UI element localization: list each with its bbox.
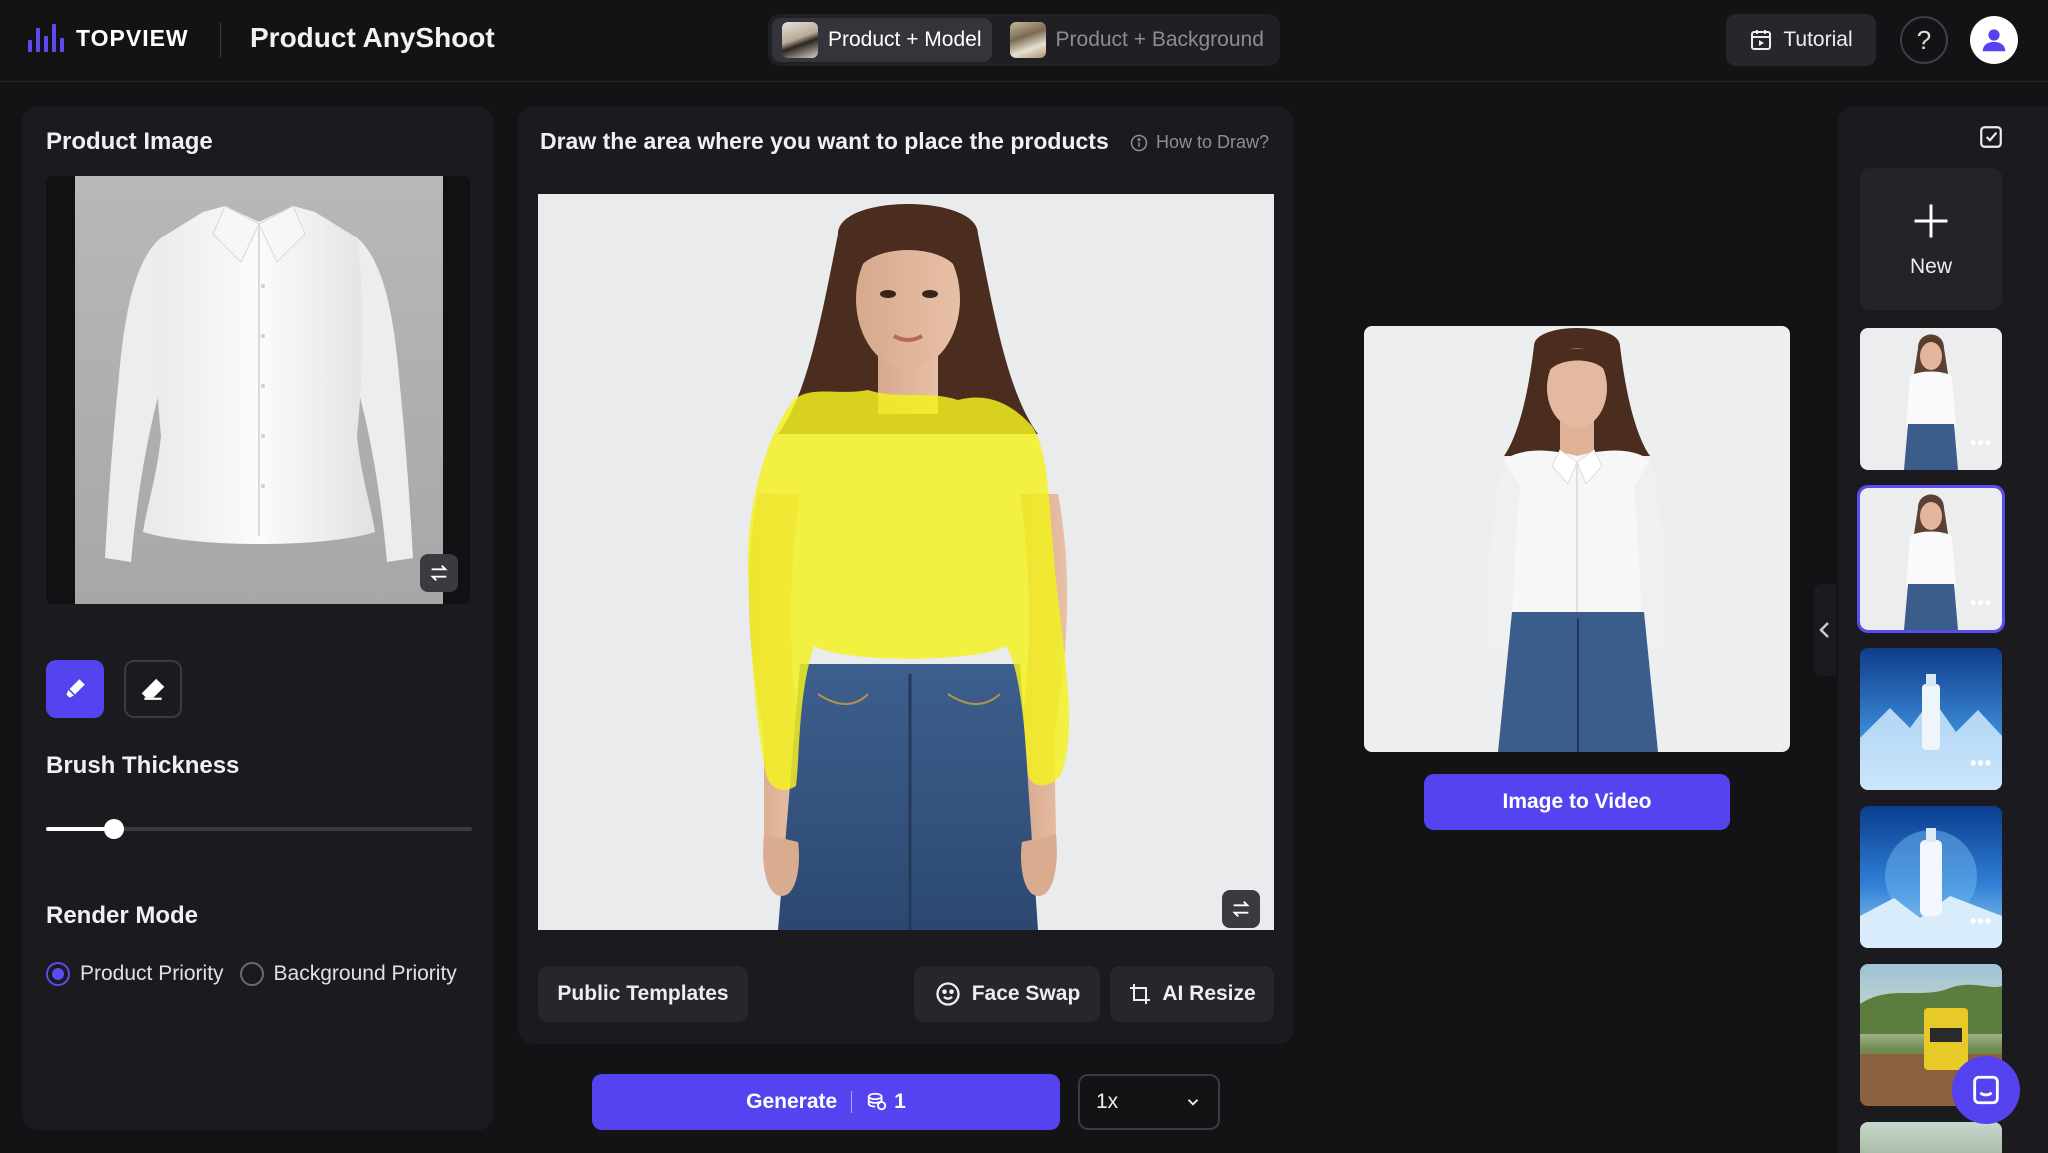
eraser-icon xyxy=(141,678,165,700)
product-image-preview[interactable] xyxy=(46,176,470,604)
swap-icon xyxy=(1232,901,1250,917)
ai-resize-label: AI Resize xyxy=(1162,982,1256,1005)
history-item[interactable]: ••• xyxy=(1860,806,2002,948)
drawing-panel: Draw the area where you want to place th… xyxy=(518,106,1294,1044)
radio-background-priority[interactable]: Background Priority xyxy=(239,962,457,986)
generate-cost: 1 xyxy=(866,1090,906,1114)
new-project-button[interactable]: New xyxy=(1860,168,2002,310)
how-to-draw-link[interactable]: How to Draw? xyxy=(1130,132,1269,153)
calendar-play-icon xyxy=(1751,30,1772,50)
history-item[interactable]: ••• xyxy=(1860,328,2002,470)
product-image-title: Product Image xyxy=(46,128,213,155)
quantity-select[interactable]: 1x xyxy=(1078,1074,1220,1130)
header-divider xyxy=(220,22,221,58)
info-icon xyxy=(1130,134,1148,151)
plus-icon xyxy=(1914,204,1948,238)
face-swap-label: Face Swap xyxy=(971,982,1081,1005)
collapse-history-button[interactable] xyxy=(1814,584,1836,676)
crop-icon xyxy=(1130,984,1151,1004)
product-image-backdrop xyxy=(75,176,443,604)
generate-button[interactable]: Generate 1 xyxy=(592,1074,1060,1130)
more-options-icon[interactable]: ••• xyxy=(1970,911,1992,932)
avatar[interactable] xyxy=(1970,16,2018,64)
render-mode-title: Render Mode xyxy=(46,902,199,929)
coins-icon xyxy=(868,1092,887,1111)
brush-tool-button[interactable] xyxy=(46,660,104,718)
chevron-down-icon xyxy=(1187,1099,1199,1106)
image-to-video-label: Image to Video xyxy=(1502,790,1652,813)
radio-empty-icon xyxy=(239,962,264,986)
draw-instruction: Draw the area where you want to place th… xyxy=(540,128,1109,154)
support-chat-button[interactable] xyxy=(1952,1056,2020,1124)
swap-icon xyxy=(430,565,448,581)
eraser-tool-button[interactable] xyxy=(124,660,182,718)
history-rail: New ••• ••• ••• ••• xyxy=(1838,106,2048,1153)
face-swap-button[interactable]: Face Swap xyxy=(914,966,1100,1022)
brush-thickness-slider[interactable] xyxy=(46,819,472,839)
question-icon: ? xyxy=(1916,24,1932,55)
history-item-selected[interactable]: ••• xyxy=(1857,485,2005,633)
help-button[interactable]: ? xyxy=(1900,16,1948,64)
tab-label: Product + Model xyxy=(828,28,982,51)
multi-select-button[interactable] xyxy=(1978,124,2004,155)
more-options-icon[interactable]: ••• xyxy=(1970,753,1992,774)
image-to-video-button[interactable]: Image to Video xyxy=(1424,774,1730,830)
how-to-draw-label: How to Draw? xyxy=(1156,132,1270,152)
replace-product-button[interactable] xyxy=(420,554,458,592)
slider-handle[interactable] xyxy=(104,819,125,839)
render-mode-options: Product Priority Background Priority xyxy=(46,962,457,986)
face-swap-icon xyxy=(936,982,960,1006)
white-shirt-image xyxy=(105,205,413,562)
logo-bars-icon xyxy=(28,24,64,52)
model-photo-with-mask xyxy=(747,204,1070,930)
tab-label: Product + Background xyxy=(1055,28,1264,51)
radio-label: Product Priority xyxy=(80,962,224,985)
tab-product-background[interactable]: Product + Background xyxy=(1000,18,1274,62)
brush-icon xyxy=(66,679,85,698)
public-templates-label: Public Templates xyxy=(557,982,729,1005)
public-templates-button[interactable]: Public Templates xyxy=(538,966,748,1022)
page-title: Product AnyShoot xyxy=(250,22,495,53)
chevron-left-icon xyxy=(1819,622,1829,638)
brand-name: TOPVIEW xyxy=(76,24,189,51)
new-label: New xyxy=(1909,255,1952,278)
quantity-value: 1x xyxy=(1096,1090,1119,1113)
more-options-icon[interactable]: ••• xyxy=(1970,433,1992,454)
tutorial-button[interactable]: Tutorial xyxy=(1726,14,1876,66)
tab-product-model[interactable]: Product + Model xyxy=(772,18,992,62)
checkbox-icon xyxy=(1980,126,2002,148)
generate-label: Generate xyxy=(746,1090,838,1113)
replace-model-button[interactable] xyxy=(1222,890,1260,928)
more-options-icon[interactable]: ••• xyxy=(1970,593,1992,614)
history-item[interactable] xyxy=(1860,1122,2002,1153)
drawing-canvas[interactable] xyxy=(538,194,1274,930)
tutorial-label: Tutorial xyxy=(1783,28,1853,51)
radio-product-priority[interactable]: Product Priority xyxy=(46,962,224,986)
chat-icon xyxy=(1973,1075,1999,1105)
user-icon xyxy=(1982,29,2006,52)
topview-logo[interactable]: TOPVIEW xyxy=(28,24,189,52)
product-model-thumbnail xyxy=(782,22,818,58)
brush-thickness-title: Brush Thickness xyxy=(46,752,240,779)
product-background-thumbnail xyxy=(1009,22,1046,58)
mode-switch: Product + Model Product + Background xyxy=(768,14,1280,66)
generate-cost-value: 1 xyxy=(894,1090,906,1113)
generate-divider xyxy=(851,1091,853,1113)
model-in-white-shirt-image xyxy=(1488,328,1666,752)
radio-label: Background Priority xyxy=(273,962,457,985)
history-item[interactable]: ••• xyxy=(1860,648,2002,790)
radio-selected-icon xyxy=(46,962,70,986)
top-header: TOPVIEW Product AnyShoot Product + Model… xyxy=(0,0,2048,82)
ai-resize-button[interactable]: AI Resize xyxy=(1110,966,1274,1022)
settings-panel: Product Image Brush Thickness Render Mod… xyxy=(22,106,494,1130)
generated-result-image[interactable] xyxy=(1364,326,1790,752)
